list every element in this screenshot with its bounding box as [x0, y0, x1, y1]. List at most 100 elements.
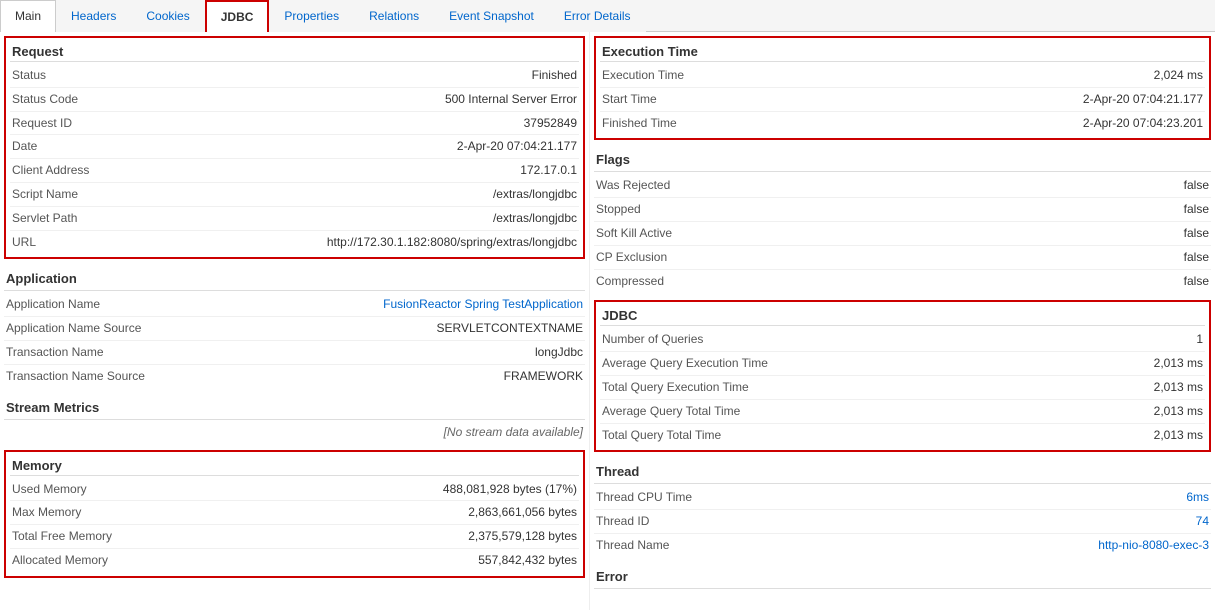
memory-section: Memory Used Memory 488,081,928 bytes (17… [4, 450, 585, 578]
exec-time-label: Execution Time [602, 67, 684, 84]
table-row: CP Exclusion false [594, 246, 1211, 270]
tab-headers[interactable]: Headers [56, 0, 131, 32]
tab-event-snapshot[interactable]: Event Snapshot [434, 0, 549, 32]
request-title: Request [10, 42, 579, 62]
tab-relations[interactable]: Relations [354, 0, 434, 32]
client-address-value: 172.17.0.1 [520, 162, 577, 179]
status-code-label: Status Code [12, 91, 78, 108]
table-row: Thread Name http-nio-8080-exec-3 [594, 534, 1211, 557]
tab-jdbc[interactable]: JDBC [205, 0, 270, 32]
transaction-name-value: longJdbc [535, 344, 583, 361]
table-row: Application Name FusionReactor Spring Te… [4, 293, 585, 317]
app-name-label: Application Name [6, 296, 100, 313]
execution-time-title: Execution Time [600, 42, 1205, 62]
app-name-value[interactable]: FusionReactor Spring TestApplication [383, 296, 583, 313]
table-row: Average Query Total Time 2,013 ms [600, 400, 1205, 424]
url-label: URL [12, 234, 36, 251]
script-name-value: /extras/longjdbc [493, 186, 577, 203]
table-row: Allocated Memory 557,842,432 bytes [10, 549, 579, 572]
table-row: Used Memory 488,081,928 bytes (17%) [10, 478, 579, 502]
flags-section: Flags Was Rejected false Stopped false S… [594, 148, 1211, 292]
table-row: Transaction Name Source FRAMEWORK [4, 365, 585, 388]
stopped-value: false [1184, 201, 1209, 218]
app-name-source-value: SERVLETCONTEXTNAME [437, 320, 583, 337]
jdbc-section: JDBC Number of Queries 1 Average Query E… [594, 300, 1211, 452]
table-row: Was Rejected false [594, 174, 1211, 198]
thread-cpu-value: 6ms [1186, 489, 1209, 506]
num-queries-label: Number of Queries [602, 331, 703, 348]
thread-name-label: Thread Name [596, 537, 669, 554]
thread-cpu-label: Thread CPU Time [596, 489, 692, 506]
was-rejected-value: false [1184, 177, 1209, 194]
avg-query-exec-label: Average Query Execution Time [602, 355, 768, 372]
total-query-total-value: 2,013 ms [1154, 427, 1203, 444]
memory-title: Memory [10, 456, 579, 476]
app-name-source-label: Application Name Source [6, 320, 141, 337]
used-memory-value: 488,081,928 bytes (17%) [443, 481, 577, 498]
servlet-path-label: Servlet Path [12, 210, 77, 227]
table-row: Request ID 37952849 [10, 112, 579, 136]
table-row: Date 2-Apr-20 07:04:21.177 [10, 135, 579, 159]
table-row: Finished Time 2-Apr-20 07:04:23.201 [600, 112, 1205, 135]
avg-query-total-label: Average Query Total Time [602, 403, 740, 420]
script-name-label: Script Name [12, 186, 78, 203]
table-row: Stopped false [594, 198, 1211, 222]
tab-main[interactable]: Main [0, 0, 56, 32]
compressed-label: Compressed [596, 273, 664, 290]
table-row: Status Code 500 Internal Server Error [10, 88, 579, 112]
request-id-value: 37952849 [524, 115, 577, 132]
max-memory-label: Max Memory [12, 504, 81, 521]
cp-exclusion-label: CP Exclusion [596, 249, 667, 266]
used-memory-label: Used Memory [12, 481, 87, 498]
thread-id-label: Thread ID [596, 513, 649, 530]
table-row: Total Free Memory 2,375,579,128 bytes [10, 525, 579, 549]
table-row: Application Name Source SERVLETCONTEXTNA… [4, 317, 585, 341]
compressed-value: false [1184, 273, 1209, 290]
start-time-value: 2-Apr-20 07:04:21.177 [1083, 91, 1203, 108]
error-title: Error [594, 565, 1211, 589]
table-row: URL http://172.30.1.182:8080/spring/extr… [10, 231, 579, 254]
was-rejected-label: Was Rejected [596, 177, 670, 194]
table-row: Compressed false [594, 270, 1211, 293]
table-row: Thread CPU Time 6ms [594, 486, 1211, 510]
status-label: Status [12, 67, 46, 84]
right-panel: Execution Time Execution Time 2,024 ms S… [590, 32, 1215, 610]
table-row: Soft Kill Active false [594, 222, 1211, 246]
url-value: http://172.30.1.182:8080/spring/extras/l… [327, 234, 577, 251]
cp-exclusion-value: false [1184, 249, 1209, 266]
date-label: Date [12, 138, 37, 155]
num-queries-value: 1 [1196, 331, 1203, 348]
table-row: Client Address 172.17.0.1 [10, 159, 579, 183]
allocated-memory-label: Allocated Memory [12, 552, 108, 569]
flags-title: Flags [594, 148, 1211, 172]
stream-metrics-value: [No stream data available] [4, 422, 585, 442]
transaction-name-source-label: Transaction Name Source [6, 368, 145, 385]
transaction-name-source-value: FRAMEWORK [504, 368, 583, 385]
total-query-exec-label: Total Query Execution Time [602, 379, 749, 396]
client-address-label: Client Address [12, 162, 89, 179]
transaction-name-label: Transaction Name [6, 344, 104, 361]
application-title: Application [4, 267, 585, 291]
table-row: Thread ID 74 [594, 510, 1211, 534]
error-section: Error [594, 565, 1211, 589]
tab-properties[interactable]: Properties [269, 0, 354, 32]
request-section: Request Status Finished Status Code 500 … [4, 36, 585, 259]
table-row: Max Memory 2,863,661,056 bytes [10, 501, 579, 525]
thread-title: Thread [594, 460, 1211, 484]
table-row: Transaction Name longJdbc [4, 341, 585, 365]
tab-error-details[interactable]: Error Details [549, 0, 646, 32]
table-row: Number of Queries 1 [600, 328, 1205, 352]
left-panel: Request Status Finished Status Code 500 … [0, 32, 590, 610]
exec-time-value: 2,024 ms [1154, 67, 1203, 84]
request-id-label: Request ID [12, 115, 72, 132]
application-section: Application Application Name FusionReact… [4, 267, 585, 387]
finished-time-value: 2-Apr-20 07:04:23.201 [1083, 115, 1203, 132]
total-query-exec-value: 2,013 ms [1154, 379, 1203, 396]
tab-cookies[interactable]: Cookies [131, 0, 204, 32]
servlet-path-value: /extras/longjdbc [493, 210, 577, 227]
avg-query-total-value: 2,013 ms [1154, 403, 1203, 420]
table-row: Total Query Execution Time 2,013 ms [600, 376, 1205, 400]
total-free-memory-label: Total Free Memory [12, 528, 112, 545]
table-row: Average Query Execution Time 2,013 ms [600, 352, 1205, 376]
allocated-memory-value: 557,842,432 bytes [478, 552, 577, 569]
